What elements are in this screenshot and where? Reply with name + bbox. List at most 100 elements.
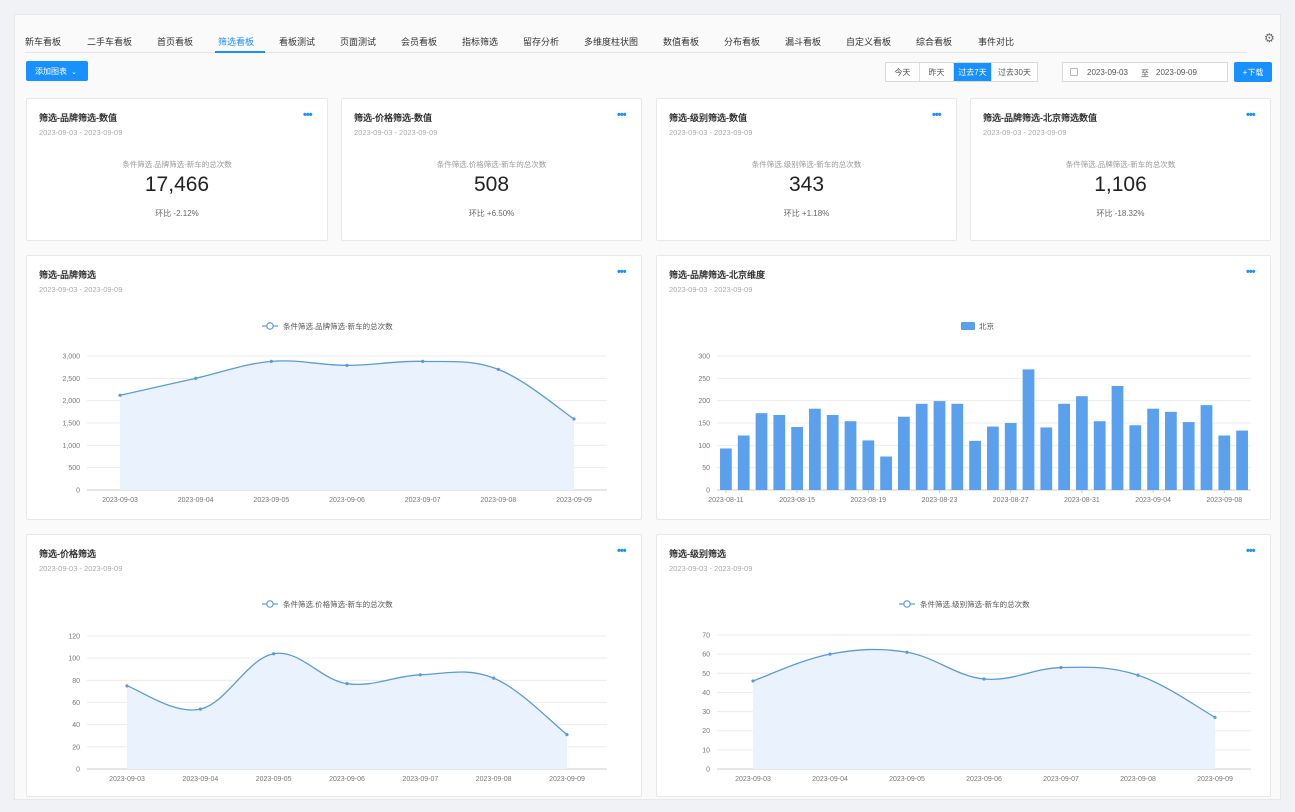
legend-label: 条件筛选.级别筛选-新车的总次数 — [920, 599, 1030, 609]
brand-filter-chart: 条件筛选.品牌筛选-新车的总次数 0 500 1,000 1,500 2,000 2,500… — [62, 321, 607, 504]
tab-distribution[interactable]: 分布看板 — [724, 35, 760, 48]
y-tick-label: 1,500 — [62, 421, 80, 428]
x-tick-label: 2023-09-03 — [109, 776, 145, 783]
chevron-down-icon: ⌄ — [71, 69, 77, 76]
x-tick-label: 2023-09-08 — [1120, 776, 1156, 783]
bar — [809, 408, 821, 490]
x-tick-label: 2023-09-05 — [889, 776, 925, 783]
data-point — [572, 417, 576, 421]
x-tick-label: 2023-09-07 — [405, 497, 441, 504]
data-point — [982, 677, 986, 681]
tab-custom[interactable]: 自定义看板 — [846, 35, 891, 48]
data-point — [751, 679, 755, 683]
data-point — [565, 733, 569, 737]
x-tick-label: 2023-09-06 — [966, 776, 1002, 783]
range-yesterday[interactable]: 昨天 — [920, 63, 954, 81]
y-tick-label: 120 — [68, 634, 80, 641]
chart-card-brand: 筛选-品牌筛选 2023-09-03 - 2023-09-09 ••• 条件筛选… — [26, 255, 642, 520]
tab-overview[interactable]: 综合看板 — [916, 35, 952, 48]
board-tabs: 新车看板 二手车看板 首页看板 筛选看板 看板测试 页面测试 会员看板 指标筛选… — [25, 29, 1247, 53]
more-icon[interactable]: ••• — [617, 109, 627, 121]
dashboard-frame: 新车看板 二手车看板 首页看板 筛选看板 看板测试 页面测试 会员看板 指标筛选… — [14, 14, 1281, 800]
bar — [1129, 425, 1142, 490]
y-tick-label: 80 — [72, 678, 80, 685]
x-tick-label: 2023-09-03 — [735, 776, 771, 783]
y-tick-label: 500 — [68, 465, 80, 472]
bar — [1236, 430, 1248, 490]
bar — [1200, 405, 1213, 490]
x-tick-label: 2023-08-23 — [922, 497, 958, 504]
legend-marker-dot — [266, 322, 274, 330]
bar — [791, 427, 803, 490]
series-area — [127, 653, 567, 769]
y-tick-label: 300 — [698, 354, 710, 361]
tab-home[interactable]: 首页看板 — [157, 35, 193, 48]
date-separator: 至 — [1141, 69, 1149, 78]
tab-event-compare[interactable]: 事件对比 — [978, 35, 1014, 48]
tab-filter[interactable]: 筛选看板 — [218, 35, 254, 48]
kpi-value: 17,466 — [144, 173, 210, 196]
x-tick-label: 2023-08-15 — [779, 497, 815, 504]
kpi-value: 508 — [473, 173, 510, 196]
bar — [969, 440, 981, 490]
bar — [987, 426, 999, 490]
card-title: 筛选-价格筛选-数值 — [354, 113, 432, 123]
bar — [1093, 421, 1106, 490]
y-tick-label: 0 — [76, 767, 80, 774]
more-icon[interactable]: ••• — [303, 109, 313, 121]
y-tick-label: 50 — [702, 671, 710, 678]
kpi-change: 环比 +1.18% — [783, 209, 830, 218]
date-range-picker[interactable]: 2023-09-03 至 2023-09-09 — [1062, 62, 1228, 82]
tab-funnel[interactable]: 漏斗看板 — [785, 35, 821, 48]
tab-numeric[interactable]: 数值看板 — [663, 35, 699, 48]
x-tick-label: 2023-09-09 — [549, 776, 585, 783]
kpi-label: 条件筛选.级别筛选-新车的总次数 — [751, 160, 862, 169]
x-tick-label: 2023-08-11 — [708, 497, 743, 504]
tab-metric-filter[interactable]: 指标筛选 — [462, 35, 498, 48]
card-date-range: 2023-09-03 - 2023-09-09 — [354, 128, 438, 137]
bar — [1004, 423, 1017, 490]
bar — [933, 401, 946, 490]
y-tick-label: 20 — [702, 728, 710, 735]
more-icon[interactable]: ••• — [932, 109, 942, 121]
tab-new-car[interactable]: 新车看板 — [25, 35, 61, 48]
more-icon[interactable]: ••• — [1246, 109, 1256, 121]
legend-marker — [961, 322, 975, 330]
x-tick-label: 2023-09-04 — [182, 776, 218, 783]
y-tick-label: 70 — [702, 633, 710, 640]
card-date-range: 2023-09-03 - 2023-09-09 — [669, 128, 753, 137]
tab-used-car[interactable]: 二手车看板 — [87, 35, 132, 48]
data-point — [345, 363, 349, 367]
date-end: 2023-09-09 — [1156, 68, 1197, 77]
calendar-icon — [1070, 68, 1078, 76]
tab-retention[interactable]: 留存分析 — [523, 35, 559, 48]
kpi-card: 筛选-品牌筛选-数值 2023-09-03 - 2023-09-09 ••• 条… — [26, 98, 328, 241]
kpi-card: 筛选-品牌筛选-北京筛选数值 2023-09-03 - 2023-09-09 •… — [970, 98, 1271, 241]
y-tick-label: 60 — [702, 652, 710, 659]
tab-member[interactable]: 会员看板 — [401, 35, 437, 48]
tab-multi-bar[interactable]: 多维度柱状图 — [584, 35, 638, 48]
range-today[interactable]: 今天 — [886, 63, 920, 81]
x-tick-label: 2023-09-06 — [329, 497, 365, 504]
tab-board-test[interactable]: 看板测试 — [279, 35, 315, 48]
bar — [951, 403, 964, 490]
legend-label: 北京 — [979, 321, 994, 331]
x-tick-label: 2023-09-08 — [476, 776, 512, 783]
x-tick-label: 2023-09-09 — [1197, 776, 1233, 783]
download-button[interactable]: +下载 — [1234, 62, 1272, 82]
gear-icon[interactable]: ⚙ — [1264, 32, 1276, 44]
tab-page-test[interactable]: 页面测试 — [340, 35, 376, 48]
add-chart-button[interactable]: 添加图表 ⌄ — [26, 61, 88, 81]
data-point — [905, 650, 909, 654]
range-last-30-days[interactable]: 过去30天 — [992, 63, 1037, 81]
date-start: 2023-09-03 — [1087, 68, 1128, 77]
bar — [1040, 427, 1053, 490]
range-last-7-days[interactable]: 过去7天 — [954, 63, 992, 81]
data-point — [125, 684, 129, 688]
time-range-group: 今天 昨天 过去7天 过去30天 — [885, 62, 1038, 82]
active-tab-indicator — [215, 51, 265, 53]
bar — [1147, 408, 1159, 490]
data-point — [496, 367, 500, 371]
x-tick-label: 2023-09-05 — [253, 497, 289, 504]
kpi-label: 条件筛选.价格筛选-新车的总次数 — [436, 160, 547, 169]
